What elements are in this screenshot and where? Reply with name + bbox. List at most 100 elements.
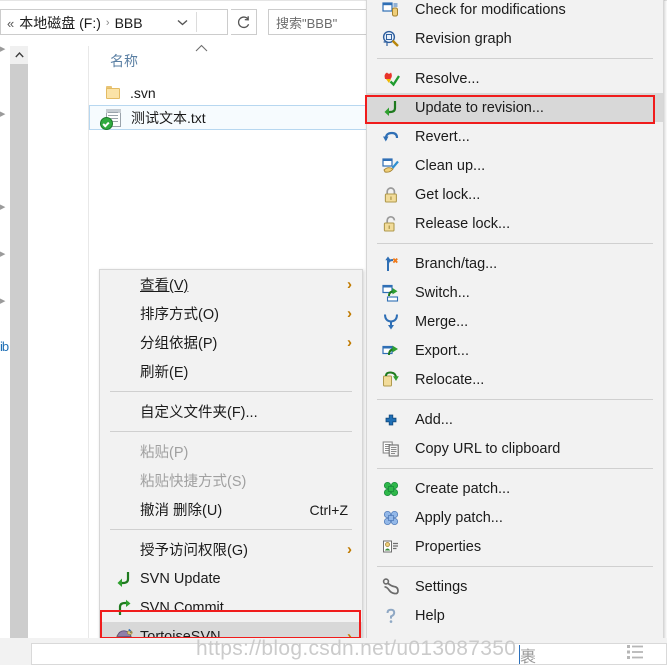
- menu-item-check-for-modifications[interactable]: Check for modifications: [367, 0, 663, 24]
- menu-item-relocate[interactable]: Relocate...: [367, 365, 663, 394]
- menu-separator: [377, 243, 653, 244]
- tree-expand-arrow-icon-3[interactable]: ▶: [0, 204, 7, 211]
- menu-item-label: Release lock...: [415, 215, 511, 232]
- menu-item-label: 粘贴(P): [140, 445, 189, 461]
- list-item[interactable]: .svn: [89, 80, 367, 105]
- menu-separator: [377, 399, 653, 400]
- menu-item-properties[interactable]: Properties: [367, 532, 663, 561]
- breadcrumb-overflow-icon[interactable]: «: [7, 17, 14, 30]
- menu-item-label: Switch...: [415, 284, 470, 301]
- relocate-icon: [379, 369, 407, 391]
- chevron-right-icon: ›: [347, 541, 352, 558]
- watermark: https://blog.csdn.net/u013087350: [196, 637, 517, 660]
- lock-closed-icon: [379, 184, 407, 206]
- chevron-right-icon: ›: [347, 276, 352, 293]
- menu-item-view[interactable]: 查看(V) ›: [100, 270, 362, 299]
- switch-icon: [379, 282, 407, 304]
- menu-item-grant-access[interactable]: 授予访问权限(G) ›: [100, 535, 362, 564]
- menu-item-label: Add...: [415, 411, 453, 428]
- menu-item-customize-folder[interactable]: 自定义文件夹(F)...: [100, 397, 362, 426]
- menu-item-revision-graph[interactable]: Revision graph: [367, 24, 663, 53]
- menu-item-switch[interactable]: Switch...: [367, 278, 663, 307]
- scroll-up-icon[interactable]: [10, 46, 28, 64]
- menu-item-label: Revision graph: [415, 30, 512, 47]
- menu-item-label: Revert...: [415, 128, 470, 145]
- breadcrumb-segment-drive[interactable]: 本地磁盘 (F:): [19, 13, 101, 33]
- menu-item-label: Copy URL to clipboard: [415, 440, 561, 457]
- menu-item-create-patch[interactable]: Create patch...: [367, 474, 663, 503]
- chevron-right-icon: ›: [347, 334, 352, 351]
- menu-item-sort-by[interactable]: 排序方式(O) ›: [100, 299, 362, 328]
- menu-item-help[interactable]: Help: [367, 601, 663, 630]
- tree-expand-arrow-icon-5[interactable]: ▶: [0, 298, 7, 305]
- svn-normal-status-icon: [100, 116, 113, 130]
- chevron-down-icon[interactable]: [171, 10, 193, 34]
- menu-item-label: Settings: [415, 578, 468, 595]
- menu-item-label: 自定义文件夹(F)...: [140, 405, 258, 421]
- revision-graph-icon: [379, 28, 407, 50]
- cleanup-icon: [379, 155, 407, 177]
- nav-item-clipped-label: ib: [0, 339, 9, 354]
- address-bar[interactable]: « 本地磁盘 (F:) › BBB: [0, 9, 228, 35]
- menu-item-settings[interactable]: Settings: [367, 572, 663, 601]
- add-icon: [379, 409, 407, 431]
- menu-item-label: Create patch...: [415, 480, 511, 497]
- menu-item-get-lock[interactable]: Get lock...: [367, 180, 663, 209]
- list-item-label: .svn: [130, 84, 156, 101]
- refresh-icon: [237, 15, 250, 28]
- sort-ascending-icon: [195, 44, 208, 55]
- menu-item-label: Get lock...: [415, 186, 481, 203]
- menu-item-add[interactable]: Add...: [367, 405, 663, 434]
- tree-expand-arrow-icon[interactable]: ▶: [0, 111, 7, 118]
- menu-item-group-by[interactable]: 分组依据(P) ›: [100, 328, 362, 357]
- menu-item-label: SVN Commit...: [140, 599, 236, 616]
- search-placeholder: 搜索"BBB": [276, 15, 338, 31]
- tree-expand-arrow-icon-4[interactable]: ▶: [0, 251, 7, 258]
- merge-icon: [379, 311, 407, 333]
- menu-item-label: Help: [415, 607, 445, 624]
- svn-commit-icon: [112, 597, 140, 619]
- refresh-button[interactable]: [231, 9, 257, 35]
- breadcrumb-separator-icon: ›: [105, 17, 110, 29]
- export-icon: [379, 340, 407, 362]
- menu-item-update-to-revision[interactable]: Update to revision...: [367, 93, 663, 122]
- menu-item-svn-update[interactable]: SVN Update: [100, 564, 362, 593]
- menu-item-revert[interactable]: Revert...: [367, 122, 663, 151]
- menu-item-resolve[interactable]: Resolve...: [367, 64, 663, 93]
- nav-scrollbar[interactable]: [10, 46, 28, 665]
- column-header-name[interactable]: 名称: [110, 51, 138, 71]
- menu-item-copy-url-to-clipboard[interactable]: Copy URL to clipboard: [367, 434, 663, 463]
- tree-expand-arrow-icon-2[interactable]: ▶: [0, 46, 7, 53]
- menu-item-label: Check for modifications: [415, 1, 566, 18]
- menu-item-release-lock[interactable]: Release lock...: [367, 209, 663, 238]
- menu-item-label: 粘贴快捷方式(S): [140, 474, 247, 490]
- menu-item-label: SVN Update: [140, 570, 221, 587]
- breadcrumb-segment-folder[interactable]: BBB: [115, 15, 143, 31]
- menu-item-branch-tag[interactable]: Branch/tag...: [367, 249, 663, 278]
- menu-item-merge[interactable]: Merge...: [367, 307, 663, 336]
- menu-item-clean-up[interactable]: Clean up...: [367, 151, 663, 180]
- list-item-label: 测试文本.txt: [131, 109, 206, 126]
- help-icon: [379, 605, 407, 627]
- menu-item-refresh[interactable]: 刷新(E): [100, 357, 362, 386]
- menu-item-label: 查看(V): [140, 278, 189, 294]
- create-patch-icon: [379, 478, 407, 500]
- search-input[interactable]: 搜索"BBB": [268, 9, 367, 35]
- list-item[interactable]: 测试文本.txt: [89, 105, 367, 130]
- apply-patch-icon: [379, 507, 407, 529]
- menu-item-label: Apply patch...: [415, 509, 503, 526]
- menu-separator: [377, 58, 653, 59]
- menu-item-label: 刷新(E): [140, 365, 189, 381]
- branch-tag-icon: [379, 253, 407, 275]
- menu-item-apply-patch[interactable]: Apply patch...: [367, 503, 663, 532]
- menu-separator: [377, 566, 653, 567]
- address-divider: [196, 12, 197, 32]
- menu-item-paste-shortcut: 粘贴快捷方式(S): [100, 466, 362, 495]
- menu-item-label: Branch/tag...: [415, 255, 498, 272]
- folder-icon: [102, 83, 124, 103]
- menu-item-label: Resolve...: [415, 70, 480, 87]
- menu-item-export[interactable]: Export...: [367, 336, 663, 365]
- menu-item-undo-delete[interactable]: 撤消 删除(U) Ctrl+Z: [100, 495, 362, 524]
- breadcrumb: « 本地磁盘 (F:) › BBB: [7, 12, 143, 34]
- menu-item-svn-commit[interactable]: SVN Commit...: [100, 593, 362, 622]
